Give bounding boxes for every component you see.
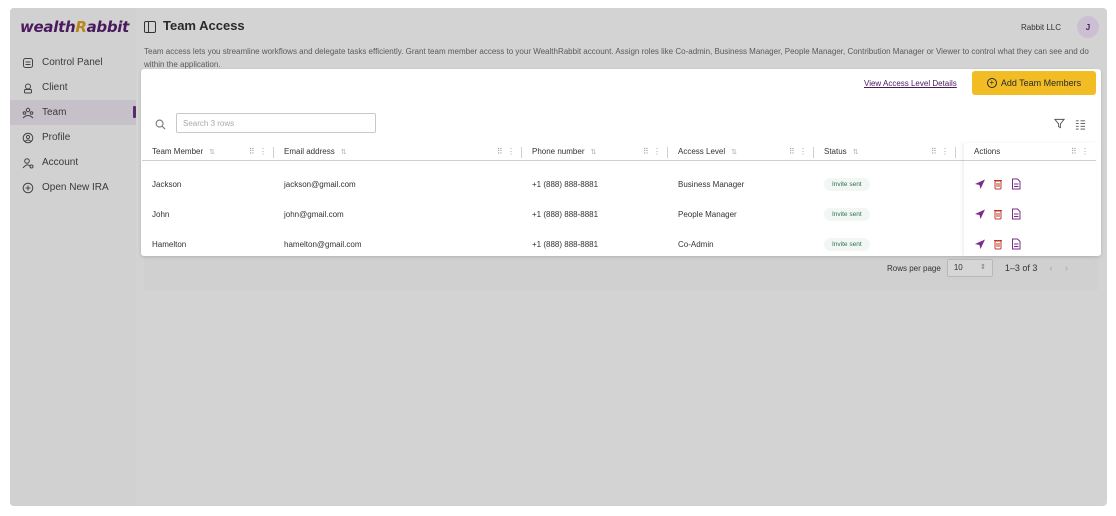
status-badge: Invite sent — [824, 177, 870, 191]
rows-per-page-select[interactable]: 10 ⇕ — [946, 259, 993, 277]
sidebar-item-team[interactable]: Team — [10, 100, 136, 125]
pagination: Rows per page 10 ⇕ 1–3 of 3 ‹ › — [887, 258, 1068, 278]
prev-page-button[interactable]: ‹ — [1049, 263, 1052, 274]
sort-icon[interactable]: ⇅ — [209, 149, 215, 156]
cell-access-level: Business Manager — [678, 179, 745, 189]
add-team-members-button[interactable]: + Add Team Members — [972, 71, 1096, 95]
table-row[interactable]: John john@gmail.com +1 (888) 888-8881 Pe… — [142, 199, 1096, 229]
cell-phone: +1 (888) 888-8881 — [532, 239, 599, 249]
cell-name: Hamelton — [152, 239, 187, 249]
cell-email: john@gmail.com — [284, 209, 344, 219]
sidebar-item-label: Open New IRA — [42, 182, 109, 193]
sidebar: wealthRabbit Control Panel Client Team P… — [10, 8, 136, 506]
page-range: 1–3 of 3 — [1004, 263, 1038, 273]
cell-status: Invite sent — [814, 207, 956, 221]
active-indicator — [133, 106, 136, 118]
sort-icon[interactable]: ⇅ — [853, 149, 859, 156]
cell-name: Jackson — [152, 179, 182, 189]
cell-name: John — [152, 209, 170, 219]
table-header: Team Member ⇅ ⠿ ⋮ Email address ⇅ ⠿ ⋮ Phone … — [142, 143, 1096, 161]
app-frame: wealthRabbit Control Panel Client Team P… — [10, 8, 1107, 506]
plus-circle-icon — [22, 182, 34, 194]
sort-icon[interactable]: ⇅ — [731, 149, 737, 156]
sidebar-item-label: Profile — [42, 132, 71, 143]
search-icon — [155, 119, 166, 130]
column-header-phone[interactable]: Phone number ⇅ ⠿ ⋮ — [522, 143, 668, 161]
profile-icon — [22, 132, 34, 144]
columns-icon[interactable] — [1075, 119, 1086, 130]
avatar[interactable]: J — [1077, 16, 1099, 38]
table-body: Jackson jackson@gmail.com +1 (888) 888-8… — [142, 169, 1096, 259]
cell-status: Invite sent — [814, 177, 956, 191]
cell-phone: +1 (888) 888-8881 — [532, 179, 599, 189]
column-menu-icon[interactable]: ⠿ ⋮ — [497, 143, 516, 161]
sidebar-item-label: Team — [42, 107, 67, 118]
column-menu-icon[interactable]: ⠿ ⋮ — [931, 143, 950, 161]
column-menu-icon[interactable]: ⠿ ⋮ — [249, 143, 268, 161]
column-menu-icon[interactable]: ⠿ ⋮ — [643, 143, 662, 161]
status-badge: Invite sent — [824, 237, 870, 251]
search-input[interactable] — [176, 113, 376, 133]
column-header-email[interactable]: Email address ⇅ ⠿ ⋮ — [274, 143, 522, 161]
column-header-status[interactable]: Status ⇅ ⠿ ⋮ — [814, 143, 956, 161]
sidebar-item-open-new-ira[interactable]: Open New IRA — [10, 175, 136, 200]
sidebar-item-profile[interactable]: Profile — [10, 125, 136, 150]
org-name[interactable]: Rabbit LLC — [1015, 20, 1067, 36]
table-row[interactable]: Jackson jackson@gmail.com +1 (888) 888-8… — [142, 169, 1096, 199]
sidebar-item-label: Account — [42, 157, 79, 168]
sidebar-toggle-icon[interactable] — [144, 21, 156, 33]
page-title: Team Access — [163, 18, 245, 33]
sort-icon[interactable]: ⇅ — [590, 149, 596, 156]
dashboard-icon — [22, 57, 34, 69]
sidebar-item-control-panel[interactable]: Control Panel — [10, 50, 136, 75]
next-page-button[interactable]: › — [1065, 263, 1068, 274]
sidebar-item-label: Control Panel — [42, 57, 103, 68]
client-icon — [22, 82, 34, 94]
page-header: Team Access Rabbit LLC J — [136, 8, 1107, 48]
sidebar-item-account[interactable]: Account — [10, 150, 136, 175]
column-header-actions: Actions ⠿ ⋮ — [964, 143, 1096, 161]
cell-email: jackson@gmail.com — [284, 179, 356, 189]
cell-access-level: Co-Admin — [678, 239, 714, 249]
column-menu-icon[interactable]: ⠿ ⋮ — [1071, 143, 1090, 161]
column-menu-icon[interactable]: ⠿ ⋮ — [789, 143, 808, 161]
team-table-card: View Access Level Details + Add Team Mem… — [141, 69, 1101, 256]
sidebar-nav: Control Panel Client Team Profile Accoun… — [10, 50, 136, 200]
column-header-access-level[interactable]: Access Level ⇅ ⠿ ⋮ — [668, 143, 814, 161]
sidebar-item-client[interactable]: Client — [10, 75, 136, 100]
sidebar-item-label: Client — [42, 82, 68, 93]
filter-icon[interactable] — [1054, 118, 1065, 129]
cell-email: hamelton@gmail.com — [284, 239, 362, 249]
page-description: Team access lets you streamline workflow… — [144, 47, 1089, 69]
chevron-updown-icon: ⇕ — [979, 264, 986, 271]
sort-icon[interactable]: ⇅ — [341, 149, 347, 156]
status-badge: Invite sent — [824, 207, 870, 221]
column-header-team-member[interactable]: Team Member ⇅ ⠿ ⋮ — [142, 143, 274, 161]
cell-phone: +1 (888) 888-8881 — [532, 209, 599, 219]
column-divider — [955, 147, 956, 158]
table-row[interactable]: Hamelton hamelton@gmail.com +1 (888) 888… — [142, 229, 1096, 259]
app-logo: wealthRabbit — [20, 18, 130, 36]
add-button-label: Add Team Members — [1000, 78, 1082, 88]
cell-status: Invite sent — [814, 237, 956, 251]
rows-per-page-label: Rows per page — [887, 263, 941, 273]
team-icon — [22, 107, 34, 119]
cell-access-level: People Manager — [678, 209, 737, 219]
view-access-level-link[interactable]: View Access Level Details — [864, 79, 957, 88]
plus-circle-icon: + — [986, 78, 997, 88]
account-icon — [22, 157, 34, 169]
